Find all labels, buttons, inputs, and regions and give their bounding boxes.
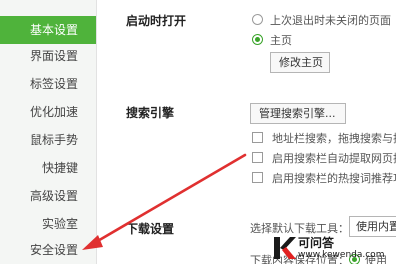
sidebar-item-lab[interactable]: 实验室 xyxy=(0,210,96,238)
kewenda-logo-icon xyxy=(274,237,296,259)
settings-window: 基本设置 界面设置 标签设置 优化加速 鼠标手势 快捷键 高级设置 实验室 安全… xyxy=(0,0,396,264)
radio-homepage-label: 主页 xyxy=(270,34,292,47)
manage-search-engines-button[interactable]: 管理搜索引擎... xyxy=(250,103,346,124)
main-panel: 启动时打开 上次退出时未关闭的页面 主页 修改主页 搜索引擎 管理搜索引擎...… xyxy=(97,0,396,264)
sidebar-item-optimize-accelerate[interactable]: 优化加速 xyxy=(0,98,96,126)
radio-last-session[interactable] xyxy=(252,14,263,25)
sidebar-item-shortcuts[interactable]: 快捷键 xyxy=(0,154,96,182)
checkbox-addressbar-search-label: 地址栏搜索，拖拽搜索与搜 xyxy=(272,132,396,145)
search-section-label: 搜索引擎 xyxy=(126,106,175,120)
radio-homepage[interactable] xyxy=(252,34,263,45)
watermark-url: www.kewenda.com xyxy=(298,250,385,260)
edit-homepage-button[interactable]: 修改主页 xyxy=(270,52,330,73)
sidebar-item-basic-settings[interactable]: 基本设置 xyxy=(0,16,96,44)
radio-last-session-label: 上次退出时未关闭的页面 xyxy=(270,14,391,27)
checkbox-addressbar-search[interactable] xyxy=(252,132,263,143)
checkbox-hot-words-label: 启用搜索栏的热搜词推荐功 xyxy=(272,172,396,185)
startup-section-label: 启动时打开 xyxy=(126,14,187,28)
sidebar: 基本设置 界面设置 标签设置 优化加速 鼠标手势 快捷键 高级设置 实验室 安全… xyxy=(0,0,97,264)
watermark-title: 可问答 xyxy=(298,236,335,250)
sidebar-item-mouse-gestures[interactable]: 鼠标手势 xyxy=(0,126,96,154)
checkbox-hot-words[interactable] xyxy=(252,172,263,183)
sidebar-item-advanced-settings[interactable]: 高级设置 xyxy=(0,182,96,210)
sidebar-item-interface-settings[interactable]: 界面设置 xyxy=(0,42,96,70)
sidebar-item-security-settings[interactable]: 安全设置 xyxy=(0,236,96,264)
sidebar-item-tab-settings[interactable]: 标签设置 xyxy=(0,70,96,98)
checkbox-auto-extract[interactable] xyxy=(252,152,263,163)
watermark: 可问答 www.kewenda.com xyxy=(272,232,396,264)
checkbox-auto-extract-label: 启用搜索栏自动提取网页搜 xyxy=(272,152,396,165)
download-section-label: 下载设置 xyxy=(126,222,175,236)
